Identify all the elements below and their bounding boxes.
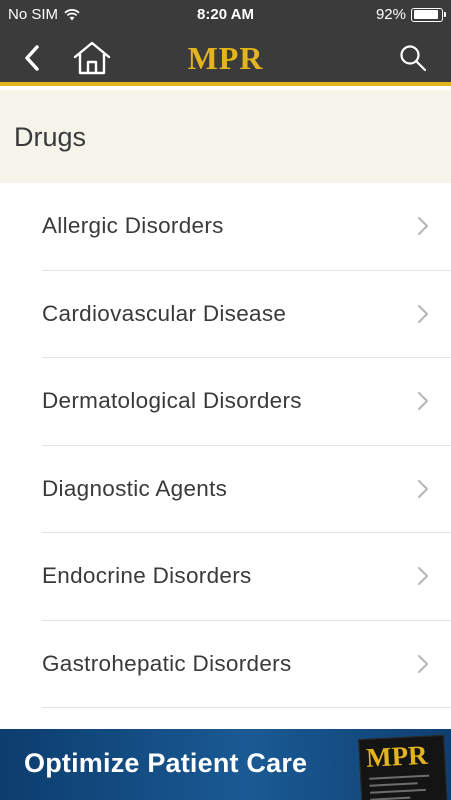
- ad-headline: Optimize Patient Care: [24, 748, 308, 778]
- magazine-cover-image: MPR: [358, 734, 448, 800]
- search-icon: [400, 45, 427, 72]
- cover-text-line: [369, 774, 430, 780]
- battery-icon: [411, 7, 446, 22]
- drug-category-list[interactable]: Allergic Disorders Cardiovascular Diseas…: [0, 183, 451, 729]
- battery-level-fill: [413, 10, 439, 19]
- cover-text-line: [369, 782, 418, 787]
- list-item-endocrine-disorders[interactable]: Endocrine Disorders: [42, 533, 451, 621]
- chevron-right-icon: [418, 654, 428, 673]
- search-button[interactable]: [393, 38, 433, 78]
- list-item-label: Gastrohepatic Disorders: [42, 650, 292, 676]
- list-item-label: Diagnostic Agents: [42, 475, 228, 501]
- list-item-label: Dermatological Disorders: [42, 388, 302, 414]
- chevron-right-icon: [418, 567, 428, 586]
- chevron-right-icon: [418, 479, 428, 498]
- cover-text-line: [370, 796, 411, 800]
- section-title: Drugs: [14, 122, 87, 152]
- list-item-gastrohepatic-disorders[interactable]: Gastrohepatic Disorders: [42, 621, 451, 708]
- list-item-allergic-disorders[interactable]: Allergic Disorders: [42, 183, 451, 271]
- list-item-cardiovascular-disease[interactable]: Cardiovascular Disease: [42, 271, 451, 358]
- section-header: Drugs: [0, 90, 451, 183]
- list-item-diagnostic-agents[interactable]: Diagnostic Agents: [42, 446, 451, 533]
- list-item-label: Allergic Disorders: [42, 213, 224, 239]
- chevron-right-icon: [418, 304, 428, 323]
- list-item-dermatological-disorders[interactable]: Dermatological Disorders: [42, 358, 451, 446]
- cover-text-line: [369, 788, 426, 794]
- battery-indicator: 92%: [375, 6, 446, 23]
- app-logo: MPR: [187, 40, 264, 76]
- list-item-label: Endocrine Disorders: [42, 563, 252, 589]
- chevron-right-icon: [418, 392, 428, 411]
- list-item-label: Cardiovascular Disease: [42, 300, 287, 326]
- status-bar: No SIM 8:20 AM 92%: [0, 0, 451, 30]
- magazine-cover-logo: MPR: [365, 739, 429, 773]
- nav-bar: MPR: [0, 30, 451, 86]
- battery-percent: 92%: [375, 6, 406, 23]
- chevron-right-icon: [418, 217, 428, 236]
- ad-banner[interactable]: Optimize Patient Care MPR: [0, 729, 451, 800]
